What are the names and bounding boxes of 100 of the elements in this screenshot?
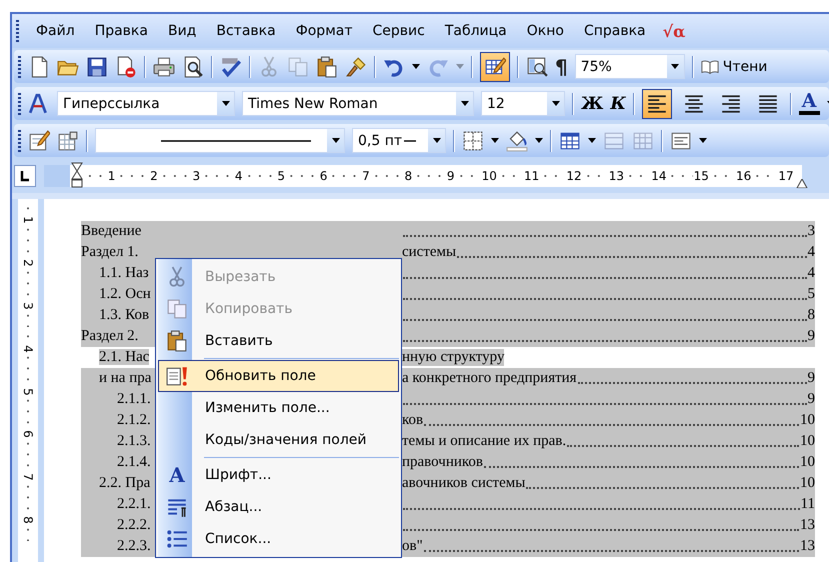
ruler-number: 6 <box>318 169 328 183</box>
toc-entry-text: 2.2.2. <box>117 517 151 533</box>
italic-button[interactable]: К <box>610 94 626 114</box>
tab-stop-icon[interactable] <box>14 165 36 187</box>
font-size-field[interactable]: 12 <box>481 91 565 116</box>
paste-icon[interactable] <box>316 56 338 78</box>
line-weight-field[interactable]: 0,5 пт <box>352 128 446 153</box>
ruler-number: 1 <box>22 216 34 224</box>
book-icon <box>700 58 719 76</box>
page-number: 5 <box>808 286 815 303</box>
ruler-number: 15 <box>692 169 710 183</box>
context-menu-item[interactable]: Коды/значения полей <box>158 424 399 456</box>
context-menu-item[interactable]: Абзац... <box>158 491 399 523</box>
caret-icon[interactable] <box>412 64 420 69</box>
document-permission-icon[interactable] <box>115 56 137 78</box>
toc-entry-text: Раздел 1. <box>81 244 138 260</box>
page-number: 3 <box>808 223 815 240</box>
align-left-icon <box>646 92 668 114</box>
page-number: 13 <box>800 517 815 534</box>
ruler-number: 2 <box>22 259 34 267</box>
ruler-number: 10 <box>480 169 498 183</box>
caret-icon[interactable] <box>535 138 543 143</box>
form-edit-icon[interactable] <box>28 130 50 152</box>
toc-entry-text: авочников системы <box>402 475 526 492</box>
borders-icon[interactable] <box>462 130 484 152</box>
caret-icon[interactable] <box>671 64 680 69</box>
context-menu-item[interactable]: Список... <box>158 523 399 555</box>
fill-bucket-icon[interactable] <box>506 130 528 152</box>
ruler-number: 2 <box>149 169 159 183</box>
page-number: 10 <box>800 433 815 450</box>
pilcrow-button[interactable]: ¶ <box>555 54 568 78</box>
toc-entry-text: 2.2. Пра <box>99 475 150 491</box>
toc-entry-text: 2.1.2. <box>117 412 151 428</box>
context-menu-item[interactable]: Обновить поле <box>158 360 399 392</box>
tables-and-borders-button[interactable] <box>480 52 510 82</box>
page-number: 13 <box>800 538 815 555</box>
caret-icon[interactable] <box>699 138 707 143</box>
justify-icon <box>756 92 779 114</box>
align-right-icon <box>720 92 742 114</box>
menu-item[interactable]: Окно <box>524 21 567 41</box>
toc-entry-text: 2.1. Нас <box>99 349 150 365</box>
line-style-field[interactable] <box>95 128 345 153</box>
styles-icon[interactable] <box>28 92 50 114</box>
page-number: 10 <box>800 454 815 471</box>
toc-entry-text: нную структуру <box>402 349 504 366</box>
caret-icon[interactable] <box>432 138 440 143</box>
caret-icon[interactable] <box>222 101 230 106</box>
indent-marker-icon[interactable] <box>71 162 83 188</box>
font-field[interactable]: Times New Roman <box>242 91 474 116</box>
save-icon[interactable] <box>86 56 108 78</box>
context-menu-item[interactable]: Изменить поле... <box>158 392 399 424</box>
equation-button[interactable]: √α <box>662 22 686 40</box>
spelling-check-icon[interactable] <box>220 56 242 78</box>
context-menu-item[interactable]: A Шрифт... <box>158 459 399 491</box>
printer-icon[interactable] <box>153 56 175 78</box>
paintbrush-icon[interactable] <box>345 56 367 78</box>
caret-icon[interactable] <box>588 138 596 143</box>
caret-icon[interactable] <box>332 138 340 143</box>
font-color-button[interactable]: A <box>798 92 820 115</box>
print-preview-icon[interactable] <box>182 56 204 78</box>
menu-item[interactable]: Вставка <box>213 21 279 41</box>
toc-entry-text: темы и описание их прав. <box>402 433 566 450</box>
menu-item[interactable]: Сервис <box>370 21 428 41</box>
zoom-field[interactable]: 75% <box>574 54 685 79</box>
ruler-number: 7 <box>361 169 371 183</box>
ruler-number: 4 <box>234 169 244 183</box>
page-number: 10 <box>800 475 815 492</box>
line-weight-icon <box>404 138 416 142</box>
menu-item[interactable]: Вид <box>164 21 200 41</box>
font-glyph-icon: A <box>169 464 185 486</box>
ruler-number: 14 <box>650 169 668 183</box>
ruler-number: 5 <box>22 388 34 396</box>
toc-entry-text: правочников <box>402 454 483 471</box>
page-number: 9 <box>808 370 815 387</box>
ruler-number: 4 <box>22 344 34 353</box>
alignment-button[interactable] <box>642 88 672 118</box>
ruler-number: 17 <box>777 169 795 183</box>
page-number: 4 <box>808 265 815 282</box>
bold-button[interactable]: Ж <box>581 94 604 114</box>
caret-icon[interactable] <box>552 101 560 106</box>
context-menu-item[interactable]: Вставить <box>158 325 399 357</box>
style-field[interactable]: Гиперссылка <box>57 91 235 116</box>
menu-item[interactable]: Правка <box>92 21 151 41</box>
right-indent-marker-icon[interactable] <box>796 179 808 188</box>
menu-item[interactable]: Справка <box>580 21 649 41</box>
menu-item[interactable]: Файл <box>33 21 78 41</box>
caret-icon[interactable] <box>460 101 468 106</box>
toc-entry-text: ков <box>402 412 424 429</box>
toc-entry-text: 1.3. Ков <box>99 307 150 323</box>
page-number: 11 <box>800 496 815 513</box>
menu-item[interactable]: Формат <box>292 21 356 41</box>
menu-item[interactable]: Таблица <box>442 21 510 41</box>
toc-entry-text: Раздел 2. <box>81 328 138 344</box>
ruler-number: 11 <box>523 169 540 183</box>
document-map-icon[interactable] <box>526 56 548 78</box>
caret-icon[interactable] <box>491 138 499 143</box>
reading-button[interactable]: Чтени <box>700 58 768 76</box>
page-number: 10 <box>800 412 815 429</box>
table-eraser-icon[interactable] <box>57 130 79 152</box>
ruler-number: 16 <box>734 169 752 183</box>
